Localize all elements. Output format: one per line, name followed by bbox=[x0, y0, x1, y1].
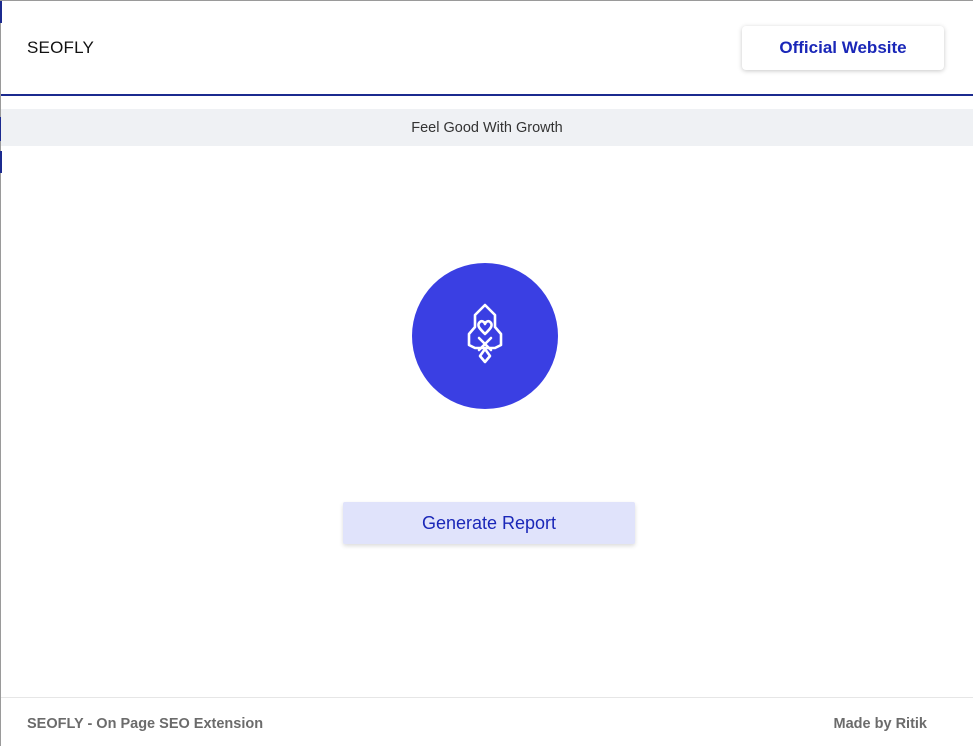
footer-extension-name: SEOFLY - On Page SEO Extension bbox=[27, 716, 264, 732]
rocket-heart-icon bbox=[462, 301, 508, 372]
official-website-button[interactable]: Official Website bbox=[742, 26, 944, 70]
extension-popup: SEOFLY Official Website Feel Good With G… bbox=[0, 0, 973, 746]
brand-title: SEOFLY bbox=[27, 38, 95, 57]
left-edge-marker bbox=[0, 1, 2, 23]
tagline-bar: Feel Good With Growth bbox=[1, 109, 973, 146]
logo-badge bbox=[412, 263, 558, 409]
footer: SEOFLY - On Page SEO Extension Made by R… bbox=[1, 697, 973, 746]
left-edge-marker bbox=[0, 151, 2, 173]
header: SEOFLY Official Website bbox=[1, 1, 973, 96]
tagline-text: Feel Good With Growth bbox=[411, 119, 563, 136]
footer-credit: Made by Ritik bbox=[833, 716, 927, 732]
generate-report-button[interactable]: Generate Report bbox=[343, 502, 635, 544]
